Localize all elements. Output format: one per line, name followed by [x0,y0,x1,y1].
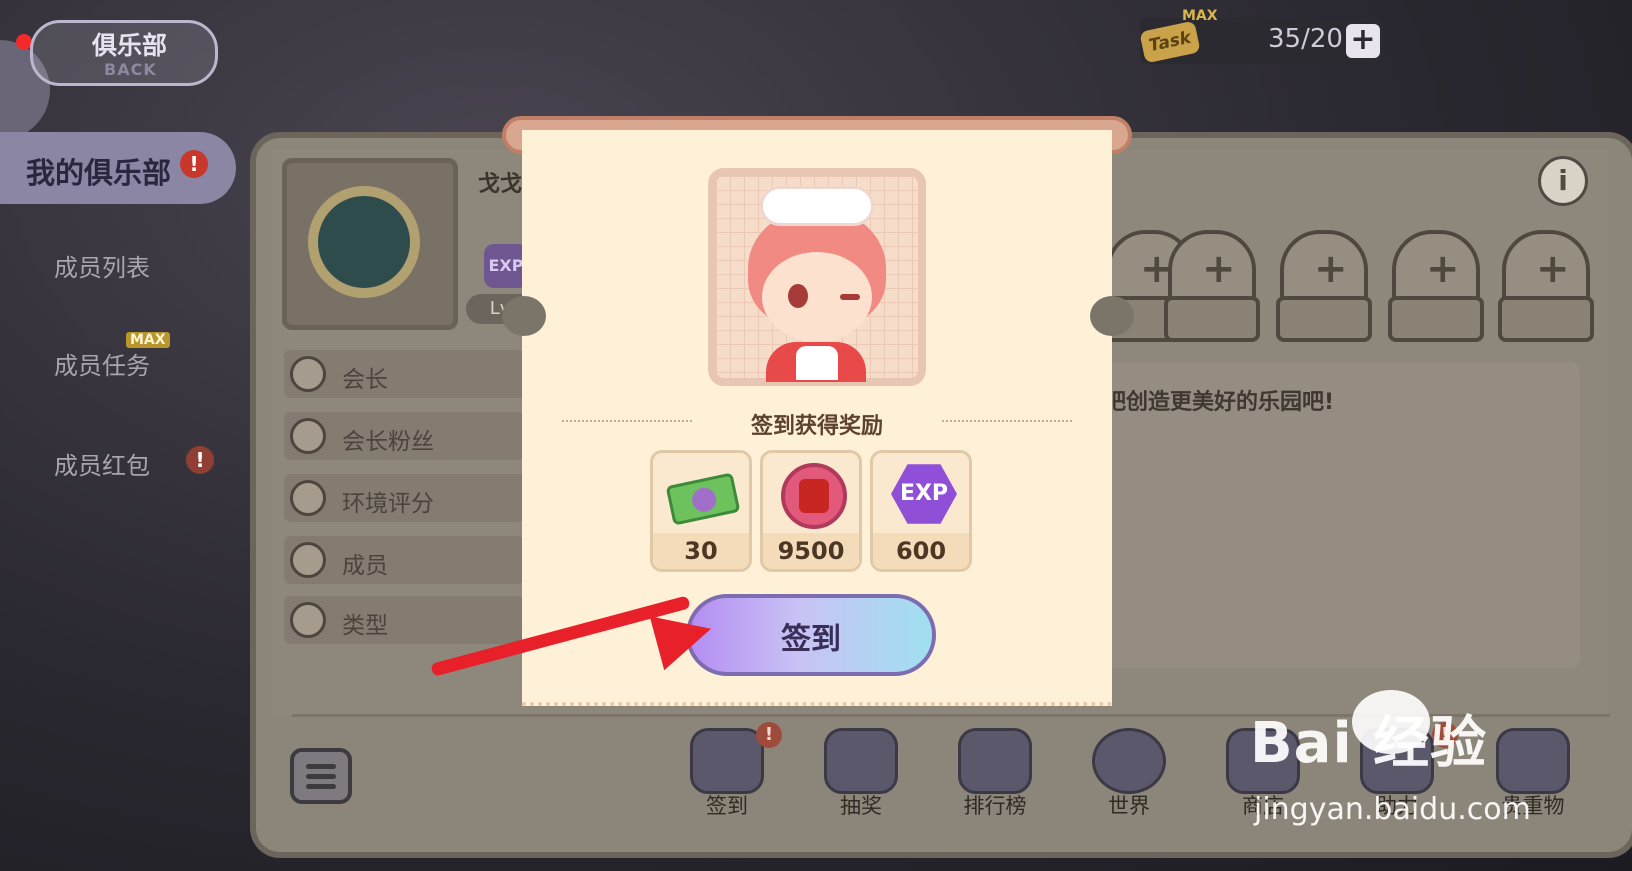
clover-icon [290,480,326,516]
stat-label: 成员 [342,553,388,579]
planet-ticket-icon [665,472,741,526]
reward-title: 签到获得奖励 [750,414,883,439]
reward-card: EXP 600 [870,450,972,572]
fan-icon [290,418,326,454]
member-icon [290,542,326,578]
menu-button[interactable] [290,748,352,804]
reward-card: 9500 [760,450,862,572]
club-emblem-icon [308,186,420,298]
nav-leaderboard[interactable]: 排行榜 [935,790,1055,820]
sidebar-item-member-tasks[interactable]: 成员任务 [54,346,150,381]
info-button[interactable]: i [1538,156,1588,206]
crown-face-icon [290,356,326,392]
empty-seat[interactable]: + [1498,230,1594,350]
character-apron [796,346,838,380]
empty-seat[interactable]: + [1276,230,1372,350]
lottery-machine-icon[interactable] [824,728,898,794]
reward-amount: 30 [684,537,718,565]
modal-notch [1090,296,1134,336]
watermark-brand: Bai 经验 [1250,711,1488,776]
back-subtitle: BACK [104,60,157,79]
plus-icon: + [1314,246,1348,292]
sign-in-button-label: 签到 [781,622,841,657]
reward-card: 30 [650,450,752,572]
nav-world[interactable]: 世界 [1069,790,1189,820]
alert-icon: ! [186,446,214,474]
nav-lottery[interactable]: 抽奖 [801,790,921,820]
add-task-button[interactable]: + [1346,24,1380,58]
task-max-label: MAX [1182,8,1218,24]
alert-icon: ! [756,722,782,748]
reward-amount: 600 [895,537,947,565]
task-count: 35/20 [1268,24,1343,54]
maid-cap [760,186,874,226]
nav-sign-in[interactable]: 签到 [667,790,787,820]
podium-icon[interactable] [958,728,1032,794]
stat-label: 会长粉丝 [342,429,434,455]
stat-label: 类型 [342,613,388,639]
reward-amount: 9500 [777,537,845,565]
modal-notch [502,296,546,336]
empty-seat[interactable]: + [1388,230,1484,350]
exp-hexagon-icon: EXP [891,464,957,524]
plus-icon: + [1426,246,1460,292]
treasure-icon[interactable] [1496,728,1570,794]
sidebar-item-red-packet[interactable]: 成员红包 [54,446,150,481]
alert-icon: ! [180,150,208,178]
type-badge-icon [290,602,326,638]
character-eye [788,284,808,308]
hamburger-icon [306,764,336,769]
club-name: 戈戈 [478,172,523,197]
sidebar-item-member-list[interactable]: 成员列表 [54,248,150,283]
plus-icon: + [1202,246,1236,292]
plus-icon: + [1536,246,1570,292]
character-wink [840,294,860,300]
stat-label: 会长 [342,367,388,393]
club-notice: 吧创造更美好的乐园吧! [1104,390,1335,415]
back-title: 俱乐部 [92,31,168,60]
stat-label: 环境评分 [342,491,434,517]
empty-seat[interactable]: + [1164,230,1260,350]
tab-my-club-label: 我的俱乐部 [26,156,172,190]
planet-icon[interactable] [1092,728,1166,794]
coin-token-icon [781,463,847,529]
watermark-url: jingyan.baidu.com [1254,792,1531,827]
calendar-check-icon[interactable] [690,728,764,794]
